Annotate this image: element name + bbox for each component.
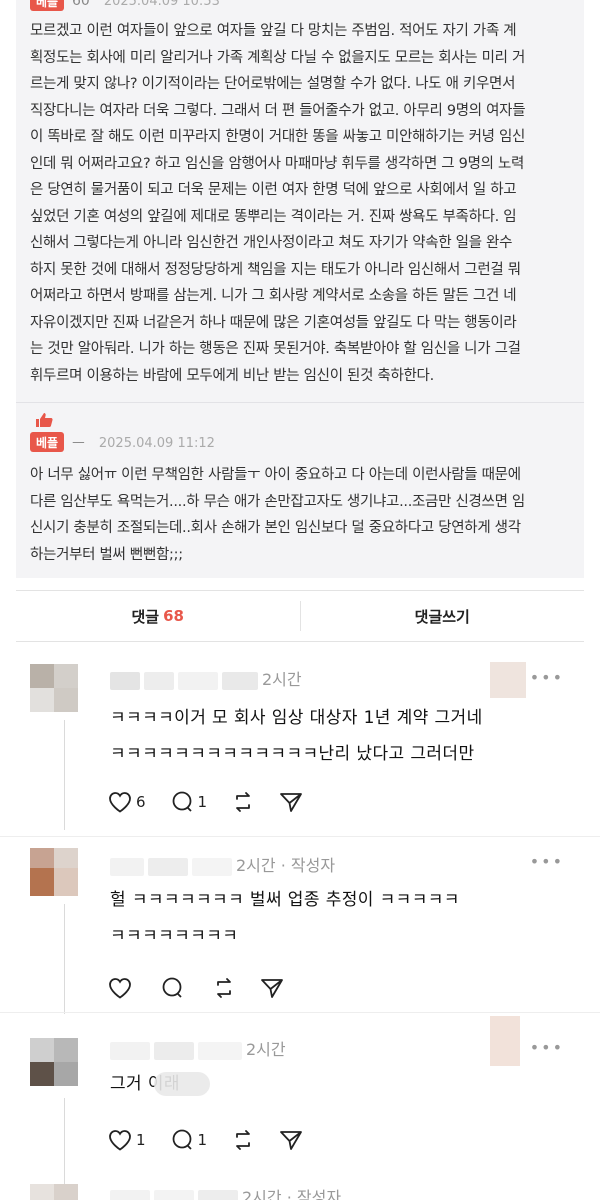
best-date: 2025.04.09 10:53 [103, 0, 220, 9]
repost-icon [236, 1130, 250, 1150]
heart-icon [109, 978, 131, 999]
reply-count: 1 [197, 793, 208, 811]
best-comment-2: 베플 ㅡ 2025.04.09 11:12 아 너무 싫어ㅠ 이런 무책임한 사… [16, 412, 584, 568]
reply-bubble-icon [172, 1129, 192, 1150]
tab-comments[interactable]: 댓글 68 [16, 591, 300, 641]
like-count: 6 [136, 793, 146, 811]
blurred-image [490, 1016, 520, 1066]
heart-icon [109, 792, 131, 813]
like-button[interactable]: 1 [108, 1129, 146, 1151]
share-send-icon [261, 979, 283, 998]
best-comment-body: 아 너무 싫어ㅠ 이런 무책임한 사람들ㅜ 아이 중요하고 다 아는데 이런사람… [30, 467, 525, 563]
share-button[interactable] [279, 791, 303, 813]
repost-icon [217, 978, 231, 998]
more-dots-icon[interactable]: ••• [530, 668, 564, 687]
best-badge: 베플 [30, 0, 64, 11]
reply-button[interactable] [160, 977, 188, 999]
best-badge-with-thumb: 베플 [30, 412, 64, 456]
reply-count: 1 [197, 1131, 208, 1149]
avatar[interactable] [30, 1038, 82, 1090]
best-author: 60 [72, 0, 90, 9]
like-button[interactable] [108, 977, 136, 999]
comment-actions [108, 976, 308, 1000]
repost-button[interactable] [231, 790, 255, 814]
avatar[interactable] [30, 664, 82, 716]
comment-text: 헐 ㅋㅋㅋㅋㅋㅋㅋ 벌써 업종 추정이 ㅋㅋㅋㅋㅋ ㅋㅋㅋㅋㅋㅋㅋㅋ [110, 890, 460, 946]
reply-bubble-icon [172, 791, 192, 812]
like-button[interactable]: 6 [108, 791, 146, 813]
comment-meta: 2시간 [110, 1036, 286, 1060]
comment-meta: 2시간 · 작성자 [110, 1184, 341, 1200]
comment-meta: 2시간 · 작성자 [110, 852, 335, 876]
repost-icon [236, 792, 250, 812]
share-send-icon [280, 793, 302, 812]
reply-button[interactable]: 1 [170, 1129, 208, 1151]
reply-button[interactable]: 1 [170, 791, 208, 813]
more-dots-icon[interactable]: ••• [530, 1038, 564, 1057]
comment-meta: 2시간 [110, 666, 302, 690]
best-comment-body: 모르겠고 이런 여자들이 앞으로 여자들 앞길 다 망치는 주범임. 적어도 자… [30, 23, 526, 384]
comment-actions: 1 1 [108, 1128, 327, 1152]
share-button[interactable] [260, 977, 284, 999]
comment-text: 그거 이래 [110, 1066, 580, 1102]
thumbs-up-icon [36, 413, 53, 427]
best-comment-1: 베플 60 2025.04.09 10:53 모르겠고 이런 여자들이 앞으로 … [16, 0, 584, 389]
repost-button[interactable] [212, 976, 236, 1000]
comment-actions: 6 1 [108, 790, 327, 814]
share-button[interactable] [279, 1129, 303, 1151]
heart-icon [109, 1130, 131, 1151]
share-send-icon [280, 1131, 302, 1150]
tab-write-comment[interactable]: 댓글쓰기 [301, 591, 585, 641]
comment-tabs: 댓글 68 댓글쓰기 [16, 590, 584, 642]
best-comments-section: 베플 60 2025.04.09 10:53 모르겠고 이런 여자들이 앞으로 … [16, 0, 584, 578]
blurred-image [490, 662, 526, 698]
best-author: ㅡ [72, 436, 85, 452]
avatar[interactable] [30, 848, 82, 900]
comment-count: 68 [163, 607, 184, 625]
reply-bubble-icon [162, 977, 182, 998]
like-count: 1 [136, 1131, 146, 1149]
repost-button[interactable] [231, 1128, 255, 1152]
more-dots-icon[interactable]: ••• [530, 852, 564, 871]
best-date: 2025.04.09 11:12 [98, 435, 215, 451]
comment-text: ㅋㅋㅋㅋ이거 모 회사 임상 대상자 1년 계약 그거네 ㅋㅋㅋㅋㅋㅋㅋㅋㅋㅋㅋ… [110, 708, 483, 764]
best-badge: 베플 [30, 432, 64, 452]
avatar[interactable] [30, 1184, 82, 1200]
